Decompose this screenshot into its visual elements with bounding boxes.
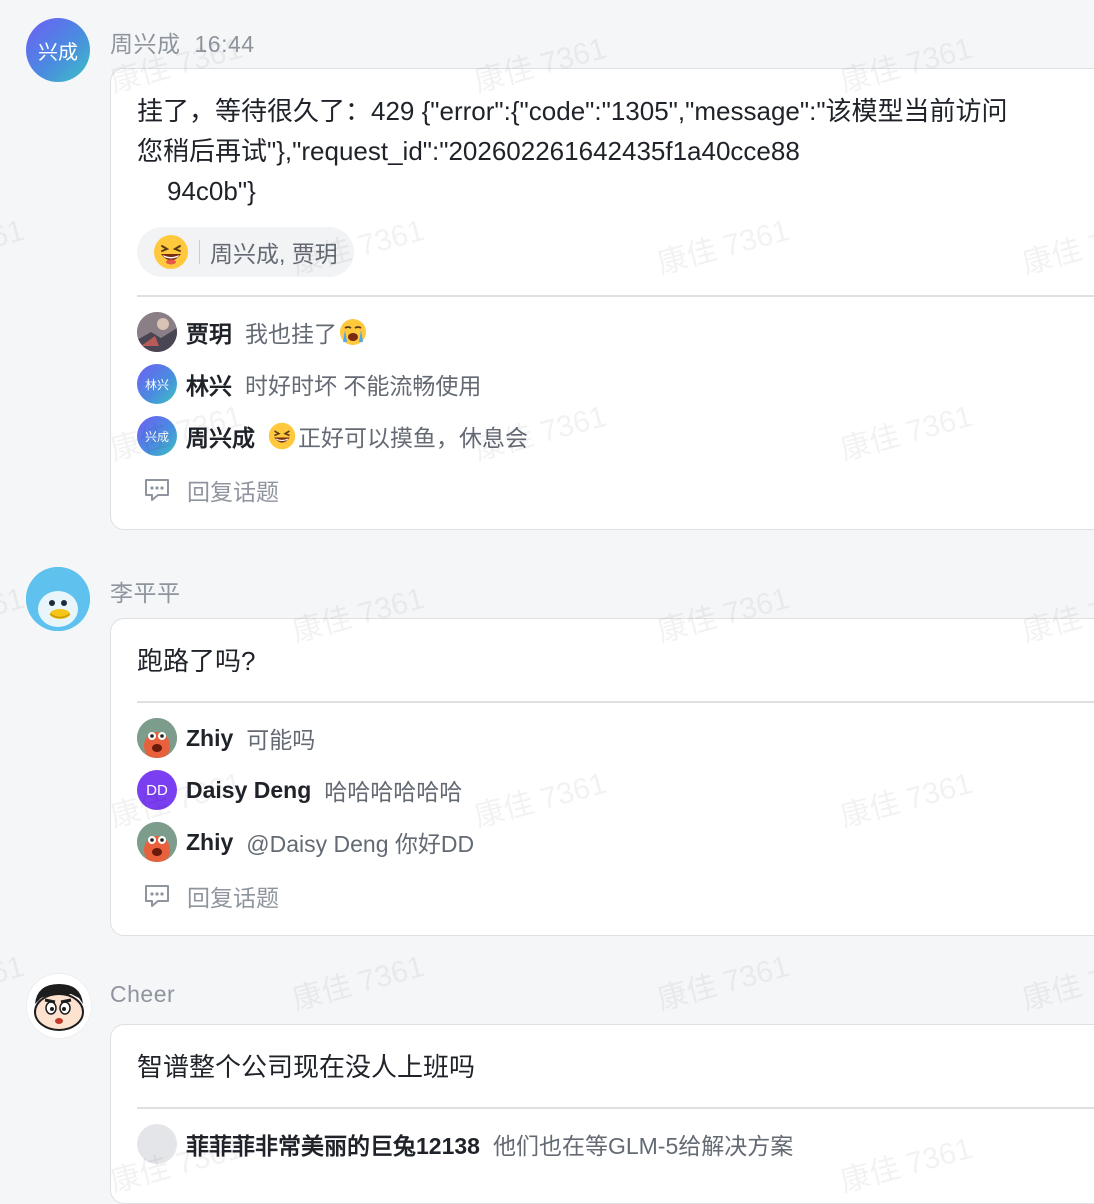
laughing-emoji-icon	[268, 422, 296, 450]
watermark: 康佳 7361	[0, 581, 28, 649]
reply-topic-button[interactable]: 回复话题	[143, 879, 279, 913]
reply-author[interactable]: Zhiy	[186, 829, 233, 856]
message-time: 16:44	[194, 31, 255, 57]
avatar[interactable]	[26, 973, 92, 1039]
sender-line: 李平平	[110, 574, 181, 608]
avatar[interactable]	[137, 312, 177, 352]
avatar-text: 兴成	[144, 429, 169, 444]
watermark: 康佳 7361	[1018, 949, 1094, 1017]
watermark: 康佳 7361	[653, 949, 793, 1017]
avatar[interactable]: 兴成	[137, 416, 177, 456]
avatar[interactable]: 林兴	[137, 364, 177, 404]
reply-topic-label: 回复话题	[187, 885, 279, 911]
crayon-shinchan-icon	[27, 974, 91, 1038]
message-card[interactable]: 挂了，等待很久了：429 {"error":{"code":"1305","me…	[110, 68, 1094, 530]
placeholder-avatar-icon[interactable]	[137, 1124, 177, 1164]
thread-reply[interactable]: Zhiy 可能吗	[137, 718, 315, 758]
reply-author[interactable]: 菲菲菲非常美丽的巨兔12138	[186, 1127, 480, 1161]
reply-text: 他们也在等GLM-5给解决方案	[492, 1133, 794, 1159]
sender-line: 周兴成 16:44	[110, 25, 255, 59]
avatar[interactable]: DD	[137, 770, 177, 810]
sender-name[interactable]: Cheer	[110, 981, 175, 1007]
thread-reply[interactable]: 兴成 周兴成 正好可以摸鱼，休息会	[137, 416, 528, 456]
thread-reply[interactable]: 菲菲菲非常美丽的巨兔12138 他们也在等GLM-5给解决方案	[137, 1124, 793, 1164]
message-text-line: 智谱整个公司现在没人上班吗	[137, 1052, 476, 1082]
reply-text: 我也挂了	[245, 321, 337, 347]
reply-text: @Daisy Deng 你好DD	[246, 831, 475, 857]
reply-author[interactable]: 周兴成	[186, 419, 255, 453]
reply-author[interactable]: Daisy Deng	[186, 777, 311, 804]
photo-avatar-icon	[137, 312, 177, 352]
message-text-line: 94c0b"}	[167, 176, 256, 206]
sender-line: Cheer	[110, 981, 175, 1008]
reply-author[interactable]: Zhiy	[186, 725, 233, 752]
thread-reply[interactable]: 贾玥 我也挂了	[137, 312, 367, 352]
thread-reply[interactable]: 林兴 林兴 时好时坏 不能流畅使用	[137, 364, 481, 404]
thread-divider	[137, 1107, 1094, 1109]
reply-author[interactable]: 贾玥	[186, 315, 232, 349]
duck-icon	[26, 567, 90, 631]
avatar[interactable]: 兴成	[26, 18, 90, 82]
thread-reply[interactable]: Zhiy @Daisy Deng 你好DD	[137, 822, 474, 862]
laughing-emoji-icon	[154, 235, 188, 269]
reply-topic-label: 回复话题	[187, 479, 279, 505]
thread-reply[interactable]: DD Daisy Deng 哈哈哈哈哈哈	[137, 770, 462, 810]
avatar-text: 林兴	[144, 377, 169, 392]
avatar[interactable]	[137, 822, 177, 862]
avatar[interactable]	[137, 718, 177, 758]
reply-text: 时好时坏 不能流畅使用	[245, 373, 482, 399]
reply-author[interactable]: 林兴	[186, 367, 232, 401]
reply-text: 可能吗	[246, 727, 316, 753]
reply-text: 正好可以摸鱼，休息会	[298, 425, 528, 451]
reaction-users: 周兴成, 贾玥	[210, 241, 338, 267]
sender-name[interactable]: 李平平	[110, 580, 181, 606]
watermark: 康佳 7361	[0, 949, 28, 1017]
avatar[interactable]	[26, 567, 90, 631]
cartoon-character-icon	[137, 718, 177, 758]
chat-bubble-icon	[145, 885, 169, 907]
reply-text: 哈哈哈哈哈哈	[324, 779, 463, 805]
message-text-line: 您稍后再试"},"request_id":"202602261642435f1a…	[137, 136, 800, 166]
message-text-line: 挂了，等待很久了：429 {"error":{"code":"1305","me…	[137, 96, 1008, 126]
cartoon-character-icon	[137, 822, 177, 862]
message-text-line: 跑路了吗?	[137, 646, 256, 676]
avatar-text: 兴成	[38, 41, 78, 64]
avatar-text: DD	[146, 781, 168, 799]
crying-emoji-icon	[340, 319, 366, 345]
watermark: 康佳 7361	[0, 213, 28, 281]
message-card[interactable]: 跑路了吗? Zhiy 可能吗 DD Daisy Deng 哈哈哈哈哈哈 Zhiy…	[110, 618, 1094, 936]
thread-divider	[137, 701, 1094, 703]
reaction-pill[interactable]: 周兴成, 贾玥	[137, 227, 354, 277]
thread-divider	[137, 295, 1094, 297]
sender-name[interactable]: 周兴成	[110, 31, 181, 57]
chat-bubble-icon	[145, 479, 169, 501]
reply-topic-button[interactable]: 回复话题	[143, 473, 279, 507]
reaction-separator	[199, 240, 200, 264]
message-card[interactable]: 智谱整个公司现在没人上班吗 菲菲菲非常美丽的巨兔12138 他们也在等GLM-5…	[110, 1024, 1094, 1204]
watermark: 康佳 7361	[288, 949, 428, 1017]
